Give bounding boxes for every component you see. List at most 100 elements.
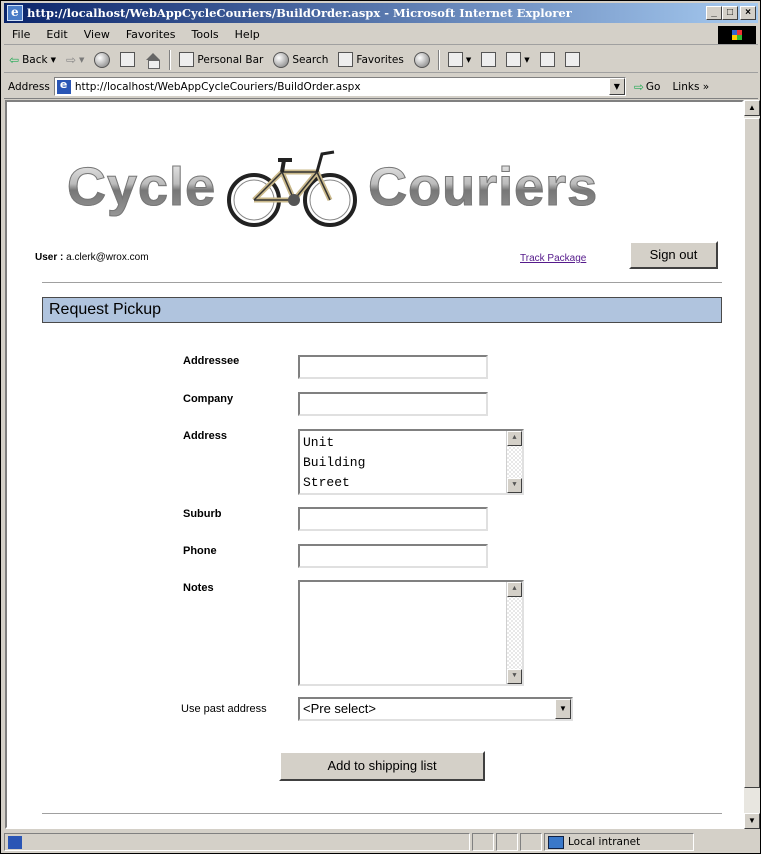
status-cell bbox=[472, 833, 494, 851]
past-address-select[interactable]: <Pre select> ▼ bbox=[298, 697, 573, 721]
status-message bbox=[4, 833, 470, 851]
scroll-down-icon[interactable]: ▼ bbox=[507, 478, 522, 493]
mail-button[interactable]: ▼ bbox=[443, 49, 476, 71]
refresh-button[interactable] bbox=[115, 49, 140, 71]
personal-bar-icon bbox=[179, 52, 195, 67]
footer-divider bbox=[42, 813, 722, 815]
messenger-icon bbox=[564, 52, 580, 67]
menu-help[interactable]: Help bbox=[227, 28, 268, 41]
notes-scrollbar[interactable]: ▲ ▼ bbox=[506, 582, 522, 684]
suburb-input[interactable] bbox=[298, 507, 488, 531]
window-title: http://localhost/WebAppCycleCouriers/Bui… bbox=[27, 6, 572, 20]
browser-window: http://localhost/WebAppCycleCouriers/Bui… bbox=[0, 0, 761, 854]
forward-button[interactable]: ⇨ ▼ bbox=[61, 49, 89, 71]
minimize-button[interactable]: _ bbox=[706, 6, 722, 20]
title-bar: http://localhost/WebAppCycleCouriers/Bui… bbox=[4, 3, 758, 23]
scroll-down-icon[interactable]: ▼ bbox=[744, 813, 760, 829]
scrollbar-thumb[interactable] bbox=[744, 118, 760, 788]
maximize-button[interactable]: □ bbox=[722, 6, 738, 20]
stop-button[interactable] bbox=[89, 49, 115, 71]
stop-icon bbox=[94, 51, 111, 68]
phone-label: Phone bbox=[183, 545, 217, 557]
address-line-unit: Unit bbox=[303, 435, 335, 450]
user-info: User : a.clerk@wrox.com bbox=[35, 252, 149, 263]
track-package-link[interactable]: Track Package bbox=[520, 253, 586, 264]
edit-button[interactable]: ▼ bbox=[501, 49, 534, 71]
forward-arrow-icon: ⇨ bbox=[65, 52, 77, 67]
logo-word-cycle: Cycle bbox=[66, 157, 217, 218]
menu-edit[interactable]: Edit bbox=[38, 28, 75, 41]
toolbar: ⇦ Back ▼ ⇨ ▼ Personal Bar Search Favorit… bbox=[4, 47, 758, 73]
header-divider bbox=[42, 282, 722, 284]
menu-view[interactable]: View bbox=[76, 28, 118, 41]
scroll-up-icon[interactable]: ▲ bbox=[507, 431, 522, 446]
toolbar-separator bbox=[169, 49, 172, 70]
past-address-value: <Pre select> bbox=[303, 701, 376, 716]
addressee-label: Addressee bbox=[183, 355, 240, 367]
zone-label: Local intranet bbox=[568, 836, 641, 848]
user-label: User : bbox=[35, 252, 64, 263]
security-zone: Local intranet bbox=[544, 833, 694, 851]
bicycle-icon bbox=[227, 150, 358, 227]
user-email: a.clerk@wrox.com bbox=[66, 252, 149, 263]
addressee-input[interactable] bbox=[298, 355, 488, 379]
personal-bar-button[interactable]: Personal Bar bbox=[174, 49, 268, 71]
page-scrollbar[interactable]: ▲ ▼ bbox=[744, 100, 760, 829]
chevron-down-icon: ▼ bbox=[79, 55, 85, 64]
toolbar-separator bbox=[437, 49, 440, 70]
address-input[interactable]: http://localhost/WebAppCycleCouriers/Bui… bbox=[53, 77, 626, 96]
menu-tools[interactable]: Tools bbox=[184, 28, 227, 41]
address-scrollbar[interactable]: ▲ ▼ bbox=[506, 431, 522, 493]
cycle-couriers-logo: Cycle Couriers bbox=[66, 142, 599, 232]
status-cell bbox=[496, 833, 518, 851]
scroll-down-icon[interactable]: ▼ bbox=[507, 669, 522, 684]
sign-out-button[interactable]: Sign out bbox=[629, 241, 718, 269]
address-url: http://localhost/WebAppCycleCouriers/Bui… bbox=[74, 80, 361, 93]
scroll-up-icon[interactable]: ▲ bbox=[507, 582, 522, 597]
add-to-shipping-list-button[interactable]: Add to shipping list bbox=[279, 751, 485, 781]
menu-favorites[interactable]: Favorites bbox=[118, 28, 184, 41]
phone-input[interactable] bbox=[298, 544, 488, 568]
print-icon bbox=[481, 52, 497, 67]
history-icon bbox=[413, 51, 430, 68]
suburb-label: Suburb bbox=[183, 508, 222, 520]
address-textarea[interactable]: Unit Building Street ▲ ▼ bbox=[298, 429, 524, 495]
print-button[interactable] bbox=[476, 49, 501, 71]
back-arrow-icon: ⇦ bbox=[9, 52, 20, 67]
favorites-button[interactable]: Favorites bbox=[333, 49, 408, 71]
logo-word-couriers: Couriers bbox=[368, 157, 599, 218]
address-line-building: Building bbox=[303, 455, 366, 470]
scroll-up-icon[interactable]: ▲ bbox=[744, 100, 760, 116]
address-dropdown-button[interactable]: ▼ bbox=[608, 78, 625, 95]
refresh-icon bbox=[120, 52, 136, 67]
search-button[interactable]: Search bbox=[268, 49, 333, 71]
go-button[interactable]: ⇨ Go bbox=[626, 80, 669, 94]
home-button[interactable] bbox=[140, 49, 166, 71]
close-button[interactable]: × bbox=[740, 6, 756, 20]
notes-textarea[interactable]: ▲ ▼ bbox=[298, 580, 524, 686]
links-button[interactable]: Links » bbox=[668, 81, 713, 93]
address-line-street: Street bbox=[303, 475, 350, 490]
discuss-icon bbox=[539, 52, 555, 67]
menu-file[interactable]: File bbox=[4, 28, 38, 41]
home-icon bbox=[145, 52, 161, 69]
section-title: Request Pickup bbox=[42, 297, 722, 323]
go-arrow-icon: ⇨ bbox=[633, 79, 644, 94]
history-button[interactable] bbox=[409, 49, 435, 71]
address-label: Address bbox=[183, 430, 228, 442]
messenger-button[interactable] bbox=[560, 49, 585, 71]
ie-page-icon bbox=[8, 835, 22, 849]
search-icon bbox=[273, 51, 290, 68]
page-viewport: Cycle Couriers User : a.clerk@wrox.com T… bbox=[5, 100, 744, 829]
edit-icon bbox=[506, 52, 522, 67]
address-label: Address bbox=[8, 80, 50, 93]
back-button[interactable]: ⇦ Back ▼ bbox=[4, 49, 61, 71]
company-label: Company bbox=[183, 393, 234, 405]
ie-app-icon bbox=[7, 5, 23, 21]
chevron-down-icon: ▼ bbox=[50, 55, 56, 64]
discuss-button[interactable] bbox=[535, 49, 560, 71]
past-address-label: Use past address bbox=[181, 703, 267, 715]
chevron-down-icon[interactable]: ▼ bbox=[555, 699, 571, 719]
page-icon bbox=[56, 78, 71, 94]
company-input[interactable] bbox=[298, 392, 488, 416]
